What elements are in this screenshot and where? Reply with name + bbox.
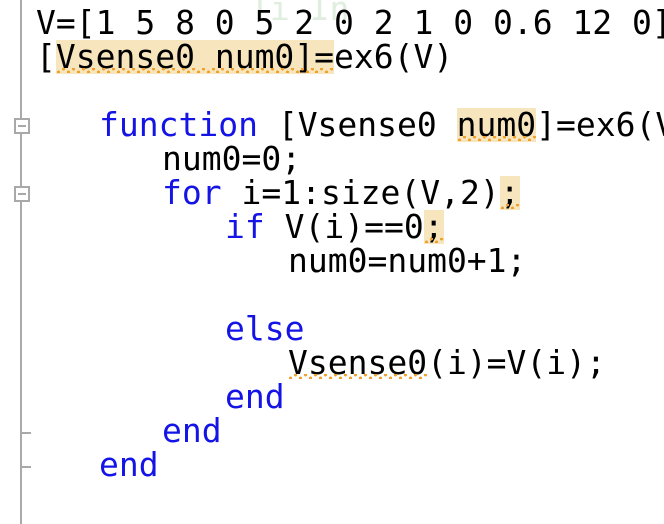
code-line[interactable]: Vsense0(i)=V(i);	[288, 346, 606, 380]
code-token: [Vsense0	[257, 105, 457, 144]
code-token: [	[36, 37, 56, 76]
code-warning-token: =	[314, 37, 335, 76]
code-line[interactable]: function [Vsense0 num0]=ex6(V)	[99, 108, 664, 142]
code-warning-token: num0	[456, 105, 537, 144]
code-keyword: end	[225, 377, 285, 416]
code-line[interactable]: end	[162, 414, 222, 448]
code-warning-token: Vsense0	[55, 37, 215, 76]
code-keyword: else	[225, 309, 305, 348]
code-keyword: for	[162, 173, 222, 212]
code-line[interactable]: [Vsense0 num0]=ex6(V)	[36, 40, 453, 74]
code-token: num0=num0+1;	[288, 241, 527, 280]
code-text-area[interactable]: V=[1 5 8 0 5 2 0 2 1 0 0.6 12 0]; [Vsense…	[0, 0, 664, 524]
code-keyword: end	[162, 411, 222, 450]
code-line[interactable]	[36, 74, 56, 108]
code-keyword: end	[99, 445, 159, 484]
code-token: V(i)==0	[264, 207, 424, 246]
code-warning-token: num0]	[214, 37, 315, 76]
code-line[interactable]: end	[99, 448, 159, 482]
code-keyword: function	[99, 105, 258, 144]
code-warning-token: ;	[423, 207, 444, 246]
code-line[interactable]: num0=num0+1;	[288, 244, 526, 278]
code-line[interactable]: num0=0;	[162, 142, 301, 176]
code-line[interactable]: end	[225, 380, 285, 414]
code-token: num0=0;	[162, 139, 302, 178]
code-line[interactable]: if V(i)==0;	[225, 210, 444, 244]
code-token: i=1:size(V,2)	[221, 173, 500, 212]
code-line[interactable]	[36, 278, 56, 312]
code-keyword: if	[225, 207, 265, 246]
code-token: (i)=V(i);	[427, 343, 606, 382]
code-warning-token: ;	[499, 173, 520, 212]
code-token: V=[1 5 8 0 5 2 0 2 1 0 0.6 12 0];	[36, 3, 664, 42]
code-line[interactable]: V=[1 5 8 0 5 2 0 2 1 0 0.6 12 0];	[36, 6, 664, 40]
code-line[interactable]: else	[225, 312, 304, 346]
code-line[interactable]: for i=1:size(V,2);	[162, 176, 520, 210]
code-token: ex6(V)	[334, 37, 454, 76]
code-token: ]=ex6(V)	[536, 105, 664, 144]
code-editor-pane[interactable]: Ti In V=[1 5 8 0 5 2 0 2 1 0 0.6 12 0];[…	[0, 0, 664, 524]
code-warning-token: Vsense0	[288, 343, 428, 382]
